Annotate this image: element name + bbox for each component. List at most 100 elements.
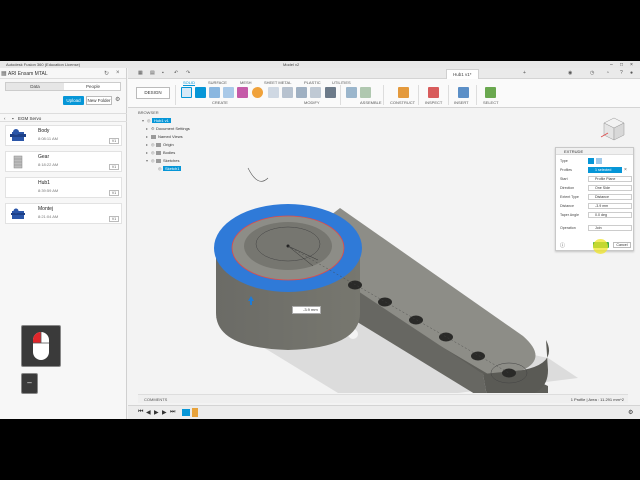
data-panel-icon[interactable]: ▦ [138,70,143,76]
version-badge[interactable]: V1 [109,190,119,196]
browser-root[interactable]: ▾ ◎ Hub1 v1 [142,117,171,124]
play-icon[interactable]: ▶ [154,409,159,416]
sweep-icon[interactable] [223,87,234,98]
tab-utilities[interactable]: UTILITIES [332,80,351,85]
tree-item-label[interactable]: Sketch1 [163,166,182,171]
tree-item-named-views[interactable]: ▸ Named Views [146,133,183,140]
operation-select[interactable]: Join [588,225,632,231]
tab-surface[interactable]: SURFACE [208,80,227,85]
save-icon[interactable]: ▪ [162,70,164,76]
extrude-icon[interactable] [195,87,206,98]
document-tab[interactable]: Hub1 v1* [446,69,479,79]
as-built-joint-icon[interactable] [360,87,371,98]
profiles-selector[interactable]: 1 selected [588,167,622,173]
solid-type-icon[interactable] [588,158,594,164]
tab-mesh[interactable]: MESH [240,80,252,85]
comments-label: COMMENTS [144,397,168,402]
separator [418,85,419,105]
upload-button[interactable]: Upload [63,96,84,105]
sketch-feature-icon[interactable] [182,409,190,416]
joint-icon[interactable] [346,87,357,98]
undo-icon[interactable]: ↶ [174,70,178,76]
back-icon[interactable]: ‹ [4,116,6,121]
tree-item-origin[interactable]: ▸ ◎ Origin [146,141,174,148]
file-card[interactable]: Body 8:08:11 AM V1 [5,125,122,146]
revolve-icon[interactable] [209,87,220,98]
tree-item-document-settings[interactable]: ▸ ⚙Document Settings [146,125,190,132]
tree-item-sketches[interactable]: ▾ ◎ Sketches [146,157,179,164]
create-form-icon[interactable] [237,87,248,98]
select-icon[interactable] [485,87,496,98]
version-badge[interactable]: V1 [109,164,119,170]
new-folder-button[interactable]: New Folder [86,96,112,105]
new-sketch-icon[interactable] [181,87,192,98]
root-label[interactable]: Hub1 v1 [152,118,171,123]
cancel-button[interactable]: Cancel [613,242,631,248]
shell-icon[interactable] [282,87,293,98]
refresh-icon[interactable]: ↻ [104,70,109,77]
version-badge[interactable]: V1 [109,216,119,222]
thin-type-icon[interactable] [596,158,602,164]
first-step-icon[interactable]: ⏮ [138,409,143,416]
extensions-icon[interactable]: ◉ [568,70,572,76]
tree-item-bodies[interactable]: ▸ ◎ Bodies [146,149,175,156]
offset-plane-icon[interactable] [398,87,409,98]
clear-selection-icon[interactable]: × [624,167,627,173]
redo-icon[interactable]: ↷ [186,70,190,76]
close-panel-icon[interactable]: × [116,70,120,76]
app-title: Autodesk Fusion 360 (Education License) [6,62,81,67]
extent-type-select[interactable]: Distance [588,194,632,200]
direction-select[interactable]: One Side [588,185,632,191]
timeline-settings-icon[interactable]: ⚙ [628,409,633,416]
grid-icon[interactable]: ▦ [1,70,7,77]
workspace-switcher[interactable]: DESIGN [136,87,170,99]
group-assemble[interactable]: ASSEMBLE [360,100,382,105]
gear-icon[interactable]: ⚙ [115,96,120,103]
notifications-icon[interactable]: ◔ [606,70,609,76]
start-select[interactable]: Profile Plane [588,176,632,182]
help-icon[interactable]: ? [620,70,623,76]
file-card[interactable]: Gear 8:18:22 AM V1 [5,151,122,172]
group-construct[interactable]: CONSTRUCT [390,100,415,105]
group-insert[interactable]: INSERT [454,100,469,105]
file-icon[interactable]: ▤ [150,70,155,76]
info-icon[interactable]: ⓘ [560,242,565,249]
distance-input-value[interactable]: -3.9 mm [303,307,318,312]
insert-icon[interactable] [458,87,469,98]
group-modify[interactable]: MODIFY [304,100,320,105]
tab-people[interactable]: People [64,83,122,90]
file-card[interactable]: Montej 8:21:04 AM V1 [5,203,122,224]
folder-name[interactable]: EGM Servo [18,116,41,121]
press-pull-icon[interactable] [268,87,279,98]
last-step-icon[interactable]: ⏭ [170,409,175,416]
group-create[interactable]: CREATE [212,100,228,105]
distance-input[interactable]: -3.9 mm [588,203,632,209]
team-name[interactable]: ARI Ensam MTAL [8,71,48,77]
tab-sheet-metal[interactable]: SHEET METAL [264,80,291,85]
viewcube[interactable] [598,113,628,143]
tree-item-sketch1[interactable]: ◎ Sketch1 [158,165,182,172]
next-step-icon[interactable]: ▶ [162,409,167,416]
group-inspect[interactable]: INSPECT [425,100,442,105]
dialog-title[interactable]: EXTRUDE [556,148,633,155]
comments-bar[interactable]: COMMENTS 1 Profile | Area : 11.291 mm^2 [138,394,628,403]
version-badge[interactable]: V1 [109,138,119,144]
avatar[interactable]: ● [630,70,633,76]
tab-plastic[interactable]: PLASTIC [304,80,321,85]
tab-data[interactable]: Data [6,83,64,90]
taper-angle-input[interactable]: 0.0 deg [588,212,632,218]
previous-step-icon[interactable]: ◀ [146,409,151,416]
scale-icon[interactable] [310,87,321,98]
fillet-icon[interactable] [252,87,263,98]
file-card[interactable]: Hub1 8:39:59 AM V1 [5,177,122,198]
new-tab-icon[interactable]: + [523,70,526,76]
extrude-feature-icon[interactable] [192,408,198,417]
group-select[interactable]: SELECT [483,100,499,105]
move-icon[interactable] [325,87,336,98]
distance-input-box[interactable]: -3.9 mm [292,306,321,314]
row-label: Distance [560,204,574,208]
job-status-icon[interactable]: ◷ [590,70,594,76]
combine-icon[interactable] [296,87,307,98]
tab-solid[interactable]: SOLID [183,80,196,86]
measure-icon[interactable] [428,87,439,98]
